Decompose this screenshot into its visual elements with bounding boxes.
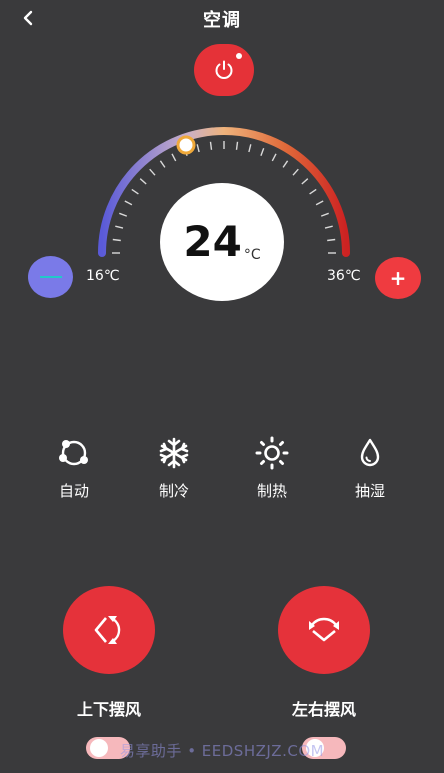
dial-tick: [292, 168, 299, 176]
droplet-icon: [353, 436, 387, 470]
power-button[interactable]: [194, 44, 254, 96]
max-temperature-label: 36℃: [327, 268, 361, 284]
mode-auto[interactable]: 自动: [34, 436, 114, 506]
auto-cycle-icon: [57, 436, 91, 470]
sun-icon: [255, 436, 289, 470]
dial-tick: [115, 225, 124, 229]
dial-tick: [327, 238, 336, 242]
dial-tick: [149, 168, 156, 176]
mode-heat-label: 制热: [256, 482, 287, 500]
temperature-unit: °C: [243, 247, 261, 263]
minus-icon: [39, 276, 62, 278]
dial-tick: [112, 238, 121, 242]
mode-auto-label: 自动: [58, 482, 89, 500]
snowflake-icon: [157, 436, 191, 470]
mode-cool[interactable]: 制冷: [134, 436, 214, 506]
vertical-swing-icon: [94, 616, 121, 644]
plus-icon: +: [389, 266, 407, 290]
dial-tick: [301, 178, 309, 185]
horizontal-swing-button[interactable]: [278, 586, 370, 674]
mode-dehumidify[interactable]: 抽湿: [330, 436, 410, 506]
mode-cool-label: 制冷: [158, 482, 189, 500]
dial-tick: [248, 144, 252, 153]
vertical-swing-button[interactable]: [63, 586, 155, 674]
dial-tick: [282, 160, 289, 168]
dial-handle[interactable]: [176, 135, 196, 155]
dial-tick: [119, 212, 128, 217]
horizontal-swing-label: 左右摆风: [291, 700, 356, 719]
min-temperature-label: 16℃: [86, 268, 120, 284]
dial-tick: [324, 225, 333, 229]
watermark: 易享助手 • EEDSHZJZ.COM: [119, 742, 325, 760]
dial-tick: [131, 188, 139, 195]
increase-temperature-button[interactable]: +: [375, 257, 421, 299]
dial-tick: [320, 212, 329, 217]
power-icon: [215, 60, 233, 79]
power-indicator-dot: [236, 53, 242, 59]
decrease-temperature-button[interactable]: [28, 256, 73, 298]
dial-tick: [309, 188, 317, 195]
page-title: 空调: [203, 10, 241, 31]
vertical-swing-label: 上下摆风: [76, 700, 141, 719]
dial-tick: [139, 178, 147, 185]
dial-tick: [315, 200, 324, 206]
horizontal-swing-icon: [309, 617, 339, 642]
dial-tick: [235, 141, 239, 150]
dial-tick: [209, 141, 213, 150]
dial-tick: [260, 148, 265, 157]
mode-dehumidify-label: 抽湿: [354, 482, 385, 500]
dial-tick: [196, 144, 200, 153]
temperature-value: 24: [183, 217, 242, 266]
dial-tick: [171, 153, 177, 162]
mode-heat[interactable]: 制热: [232, 436, 312, 506]
dial-tick: [159, 160, 166, 168]
temperature-display: 24 °C: [160, 183, 284, 301]
dial-tick: [271, 153, 277, 162]
dial-tick: [124, 200, 133, 206]
